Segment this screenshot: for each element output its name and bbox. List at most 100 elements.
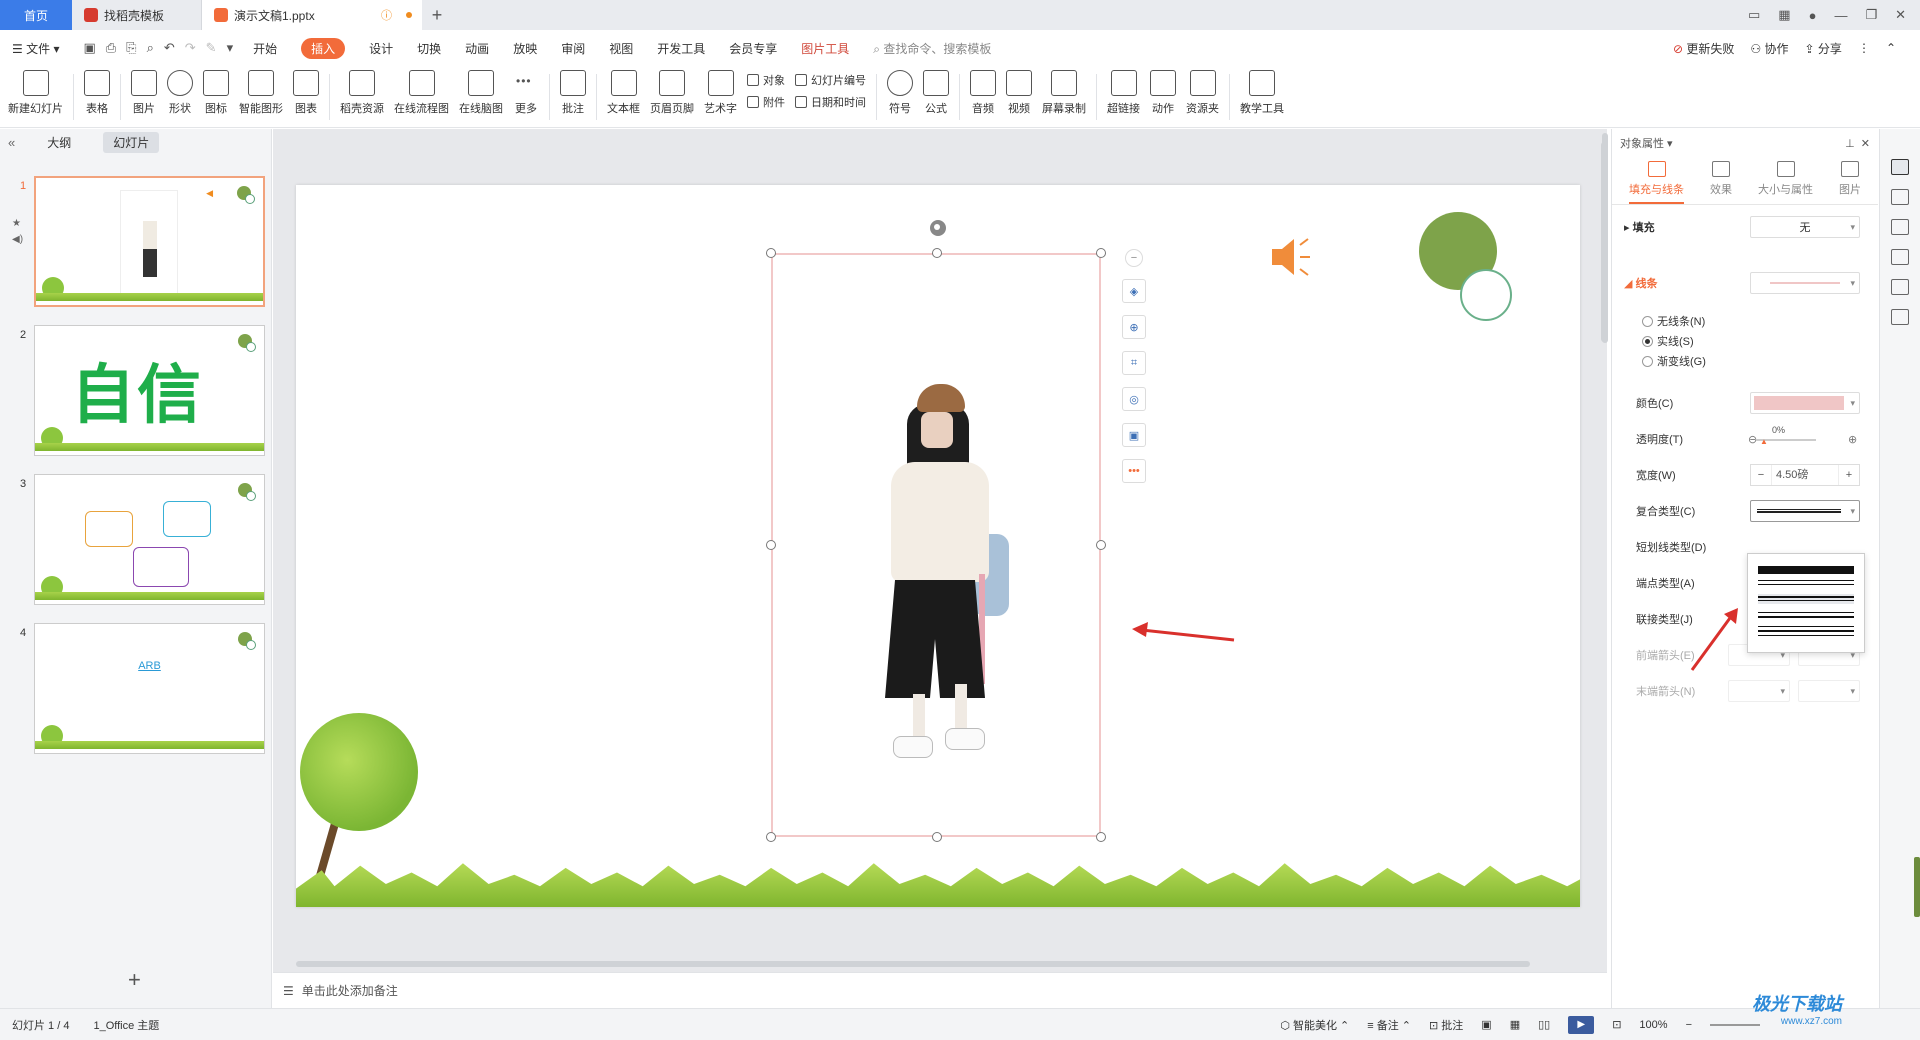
zoom-level[interactable]: 100% <box>1639 1019 1667 1031</box>
layers-icon[interactable]: ◈ <box>1122 279 1146 303</box>
tab-size-properties[interactable]: 大小与属性 <box>1758 157 1813 204</box>
speaker-icon[interactable] <box>1270 237 1316 277</box>
save-icon[interactable]: ▣ <box>83 40 95 56</box>
menu-member[interactable]: 会员专享 <box>729 40 777 57</box>
add-slide-button[interactable]: + <box>128 967 141 993</box>
restore-icon[interactable]: ❐ <box>1865 7 1877 23</box>
audio-button[interactable]: 音频 <box>970 66 996 116</box>
action-button[interactable]: 动作 <box>1150 66 1176 116</box>
resize-handle-tr[interactable] <box>1096 248 1106 258</box>
smart-shape-button[interactable]: 智能图形 <box>239 66 283 116</box>
color-dropdown[interactable] <box>1750 392 1860 414</box>
rotate-handle-icon[interactable] <box>930 220 946 236</box>
command-search[interactable]: ⌕ 查找命令、搜索模板 <box>873 40 991 57</box>
fill-dropdown[interactable]: 无 <box>1750 216 1860 238</box>
slide-thumbnail-2[interactable]: 自信 <box>34 325 265 456</box>
resize-handle-tl[interactable] <box>766 248 776 258</box>
slide-thumbnail-4[interactable]: ARB <box>34 623 265 754</box>
slider-thumb-icon[interactable]: ▲ <box>1760 437 1768 446</box>
picture-button[interactable]: 图片 <box>131 66 157 116</box>
picture-tool-icon[interactable] <box>1891 249 1909 265</box>
print-icon[interactable]: ⎘ <box>126 40 136 56</box>
menu-design[interactable]: 设计 <box>369 40 393 57</box>
reading-view-icon[interactable]: ▯▯ <box>1538 1018 1550 1031</box>
template-tool-icon[interactable] <box>1891 219 1909 235</box>
close-icon[interactable]: ✕ <box>1895 7 1906 23</box>
book-tool-icon[interactable] <box>1891 309 1909 325</box>
quick-access-more-icon[interactable]: ▾ <box>227 40 234 56</box>
tab-picture[interactable]: 图片 <box>1839 157 1861 204</box>
menu-insert[interactable]: 插入 <box>301 37 346 59</box>
collapse-panel-icon[interactable]: « <box>8 135 15 150</box>
crop-icon[interactable]: ⌗ <box>1122 351 1146 375</box>
formula-button[interactable]: 公式 <box>923 66 949 116</box>
table-button[interactable]: 表格 <box>84 66 110 116</box>
comment-toggle-button[interactable]: ⊡ 批注 <box>1429 1017 1463 1033</box>
shape-button[interactable]: 形状 <box>167 66 193 116</box>
menu-start[interactable]: 开始 <box>253 40 277 57</box>
panel-scrollbar[interactable] <box>1602 133 1608 343</box>
picture-effect-icon[interactable]: ▣ <box>1122 423 1146 447</box>
format-painter-icon[interactable]: ✎ <box>206 40 217 56</box>
new-slide-button[interactable]: 新建幻灯片 <box>8 66 63 116</box>
preview-icon[interactable]: ⌕ <box>147 40 154 56</box>
export-icon[interactable]: ⎙ <box>106 40 116 56</box>
compound-option-single[interactable] <box>1758 566 1854 574</box>
chart-button[interactable]: 图表 <box>293 66 319 116</box>
decor-circle-outline[interactable] <box>1460 269 1512 321</box>
symbol-button[interactable]: 符号 <box>887 66 913 116</box>
more-options-icon[interactable]: ••• <box>1122 459 1146 483</box>
close-panel-icon[interactable]: ✕ <box>1861 138 1870 150</box>
picture-selection-box[interactable] <box>771 253 1101 837</box>
end-arrow-size-dropdown[interactable] <box>1798 680 1860 702</box>
slides-tab[interactable]: 幻灯片 <box>103 131 160 153</box>
menu-animation[interactable]: 动画 <box>465 40 489 57</box>
docer-resource-button[interactable]: 稻壳资源 <box>340 66 384 116</box>
width-decrease-icon[interactable]: − <box>1751 469 1771 481</box>
gradient-line-radio[interactable]: 渐变线(G) <box>1642 353 1706 369</box>
more-button[interactable]: 更多 <box>513 66 539 116</box>
slide-thumbnail-1[interactable]: ◀ <box>34 176 265 307</box>
layout-icon[interactable]: ▭ <box>1748 7 1760 23</box>
resize-handle-t[interactable] <box>932 248 942 258</box>
resource-folder-button[interactable]: 资源夹 <box>1186 66 1219 116</box>
minimize-icon[interactable]: — <box>1834 8 1847 23</box>
properties-title[interactable]: 对象属性 ▾ <box>1620 135 1673 151</box>
undo-icon[interactable]: ↶ <box>164 40 175 56</box>
menu-developer[interactable]: 开发工具 <box>657 40 705 57</box>
menu-transition[interactable]: 切换 <box>417 40 441 57</box>
file-menu[interactable]: ☰ 文件 ▾ <box>12 40 59 57</box>
menu-review[interactable]: 审阅 <box>561 40 585 57</box>
horizontal-scrollbar[interactable] <box>296 961 1530 967</box>
video-button[interactable]: 视频 <box>1006 66 1032 116</box>
compound-option-double[interactable] <box>1758 580 1854 585</box>
width-value[interactable]: 4.50磅 <box>1771 465 1839 485</box>
menu-view[interactable]: 视图 <box>609 40 633 57</box>
compound-type-dropdown[interactable] <box>1750 500 1860 522</box>
resize-handle-bl[interactable] <box>766 832 776 842</box>
menu-more-icon[interactable]: ⋮ <box>1858 41 1870 55</box>
compound-option-triple[interactable] <box>1758 626 1854 636</box>
width-stepper[interactable]: − 4.50磅 + <box>1750 464 1860 486</box>
transparency-plus-icon[interactable]: ⊕ <box>1848 433 1857 446</box>
pin-icon[interactable]: ⊥ <box>1845 138 1855 150</box>
resize-handle-l[interactable] <box>766 540 776 550</box>
slide-thumbnail-3[interactable] <box>34 474 265 605</box>
resize-handle-b[interactable] <box>932 832 942 842</box>
avatar[interactable]: ● <box>1809 8 1817 23</box>
icon-button[interactable]: 图标 <box>203 66 229 116</box>
update-failed-button[interactable]: ⊘ 更新失败 <box>1673 40 1734 57</box>
animation-tool-icon[interactable] <box>1891 189 1909 205</box>
resize-handle-br[interactable] <box>1096 832 1106 842</box>
hyperlink-button[interactable]: 超链接 <box>1107 66 1140 116</box>
wordart-button[interactable]: 艺术字 <box>704 66 737 116</box>
sorter-view-icon[interactable]: ▦ <box>1510 1018 1520 1031</box>
end-arrow-type-dropdown[interactable] <box>1728 680 1790 702</box>
tab-template[interactable]: 找稻壳模板 <box>72 0 202 30</box>
collapse-toolbar-icon[interactable]: − <box>1125 249 1143 267</box>
width-increase-icon[interactable]: + <box>1839 469 1859 481</box>
menu-slideshow[interactable]: 放映 <box>513 40 537 57</box>
outline-tab[interactable]: 大纲 <box>37 132 81 153</box>
tab-fill-line[interactable]: 填充与线条 <box>1629 157 1684 204</box>
line-style-dropdown[interactable] <box>1750 272 1860 294</box>
